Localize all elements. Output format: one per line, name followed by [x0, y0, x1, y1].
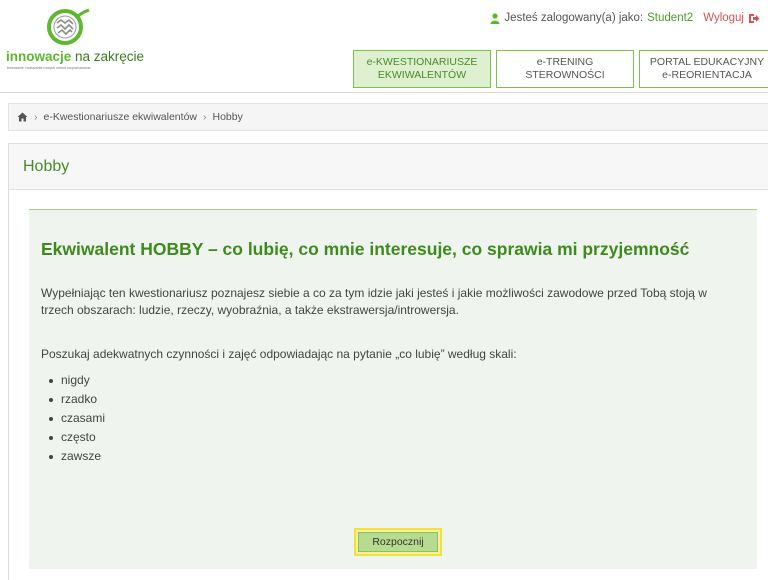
user-icon: [490, 12, 500, 24]
nav-portal-edukacyjny[interactable]: PORTAL EDUKACYJNY e-REORIENTACJA: [639, 50, 768, 88]
logo[interactable]: innowacje na zakręcie testowanie i wdraż…: [6, 8, 145, 70]
breadcrumb-separator: ›: [34, 111, 38, 123]
logout-icon[interactable]: [748, 13, 760, 24]
page-heading: Ekwiwalent HOBBY – co lubię, co mnie int…: [41, 239, 690, 259]
nav-label-line1: e-KWESTIONARIUSZE: [366, 56, 478, 68]
bullet-icon: [49, 454, 53, 459]
nav-e-kwestionariusze[interactable]: e-KWESTIONARIUSZE EKWIWALENTÓW: [353, 50, 491, 88]
logged-in-label: Jesteś zalogowany(a) jako:: [504, 12, 644, 24]
scale-option: często: [61, 430, 96, 444]
logo-tagline: testowanie i wdrażanie nowych metod rozp…: [7, 66, 91, 70]
breadcrumb-item-kwestionariusze[interactable]: e-Kwestionariusze ekwiwalentów: [44, 111, 198, 123]
breadcrumb: › e-Kwestionariusze ekwiwalentów › Hobby: [8, 103, 768, 131]
top-nav: e-KWESTIONARIUSZE EKWIWALENTÓW e-TRENING…: [353, 50, 768, 88]
intro-paragraph: Wypełniając ten kwestionariusz poznajesz…: [41, 286, 707, 317]
bullet-icon: [49, 435, 53, 440]
bullet-icon: [49, 397, 53, 402]
header-divider: [0, 92, 768, 93]
nav-label-line1: e-TRENING: [536, 56, 594, 68]
list-item: czasami: [41, 409, 105, 428]
start-button-highlight: Rozpocznij: [354, 528, 442, 556]
scale-option: rzadko: [61, 392, 98, 406]
nav-label-line1: PORTAL EDUKACYJNY: [649, 56, 765, 68]
start-button[interactable]: Rozpocznij: [358, 532, 438, 552]
logo-mark-icon: [47, 8, 90, 45]
panel-title: Hobby: [9, 144, 768, 190]
list-item: nigdy: [41, 371, 105, 390]
list-item: zawsze: [41, 447, 105, 466]
logo-title: innowacje na zakręcie: [6, 49, 145, 64]
scale-option: nigdy: [61, 373, 90, 387]
nav-e-trening[interactable]: e-TRENING STEROWNOŚCI: [496, 50, 634, 88]
username-link[interactable]: Student2: [647, 12, 693, 24]
scale-option: czasami: [61, 411, 106, 425]
breadcrumb-separator: ›: [203, 111, 207, 123]
logout-link[interactable]: Wyloguj: [703, 12, 744, 24]
nav-label-line2: EKWIWALENTÓW: [377, 69, 467, 81]
scale-list: nigdy rzadko czasami często zawsze: [41, 371, 105, 466]
bullet-icon: [49, 378, 53, 383]
nav-label-line2: e-REORIENTACJA: [662, 69, 752, 81]
scale-option: zawsze: [61, 449, 102, 463]
bullet-icon: [49, 416, 53, 421]
content-panel: Hobby Ekwiwalent HOBBY – co lubię, co mn…: [8, 143, 768, 580]
user-bar: Jesteś zalogowany(a) jako: Student2 Wylo…: [490, 12, 760, 24]
home-icon[interactable]: [17, 112, 28, 122]
questionnaire-intro: Ekwiwalent HOBBY – co lubię, co mnie int…: [29, 209, 757, 569]
scale-instructions: Poszukaj adekwatnych czynności i zajęć o…: [41, 347, 517, 361]
list-item: rzadko: [41, 390, 105, 409]
list-item: często: [41, 428, 105, 447]
breadcrumb-item-current: Hobby: [212, 111, 243, 123]
nav-label-line2: STEROWNOŚCI: [525, 69, 605, 81]
